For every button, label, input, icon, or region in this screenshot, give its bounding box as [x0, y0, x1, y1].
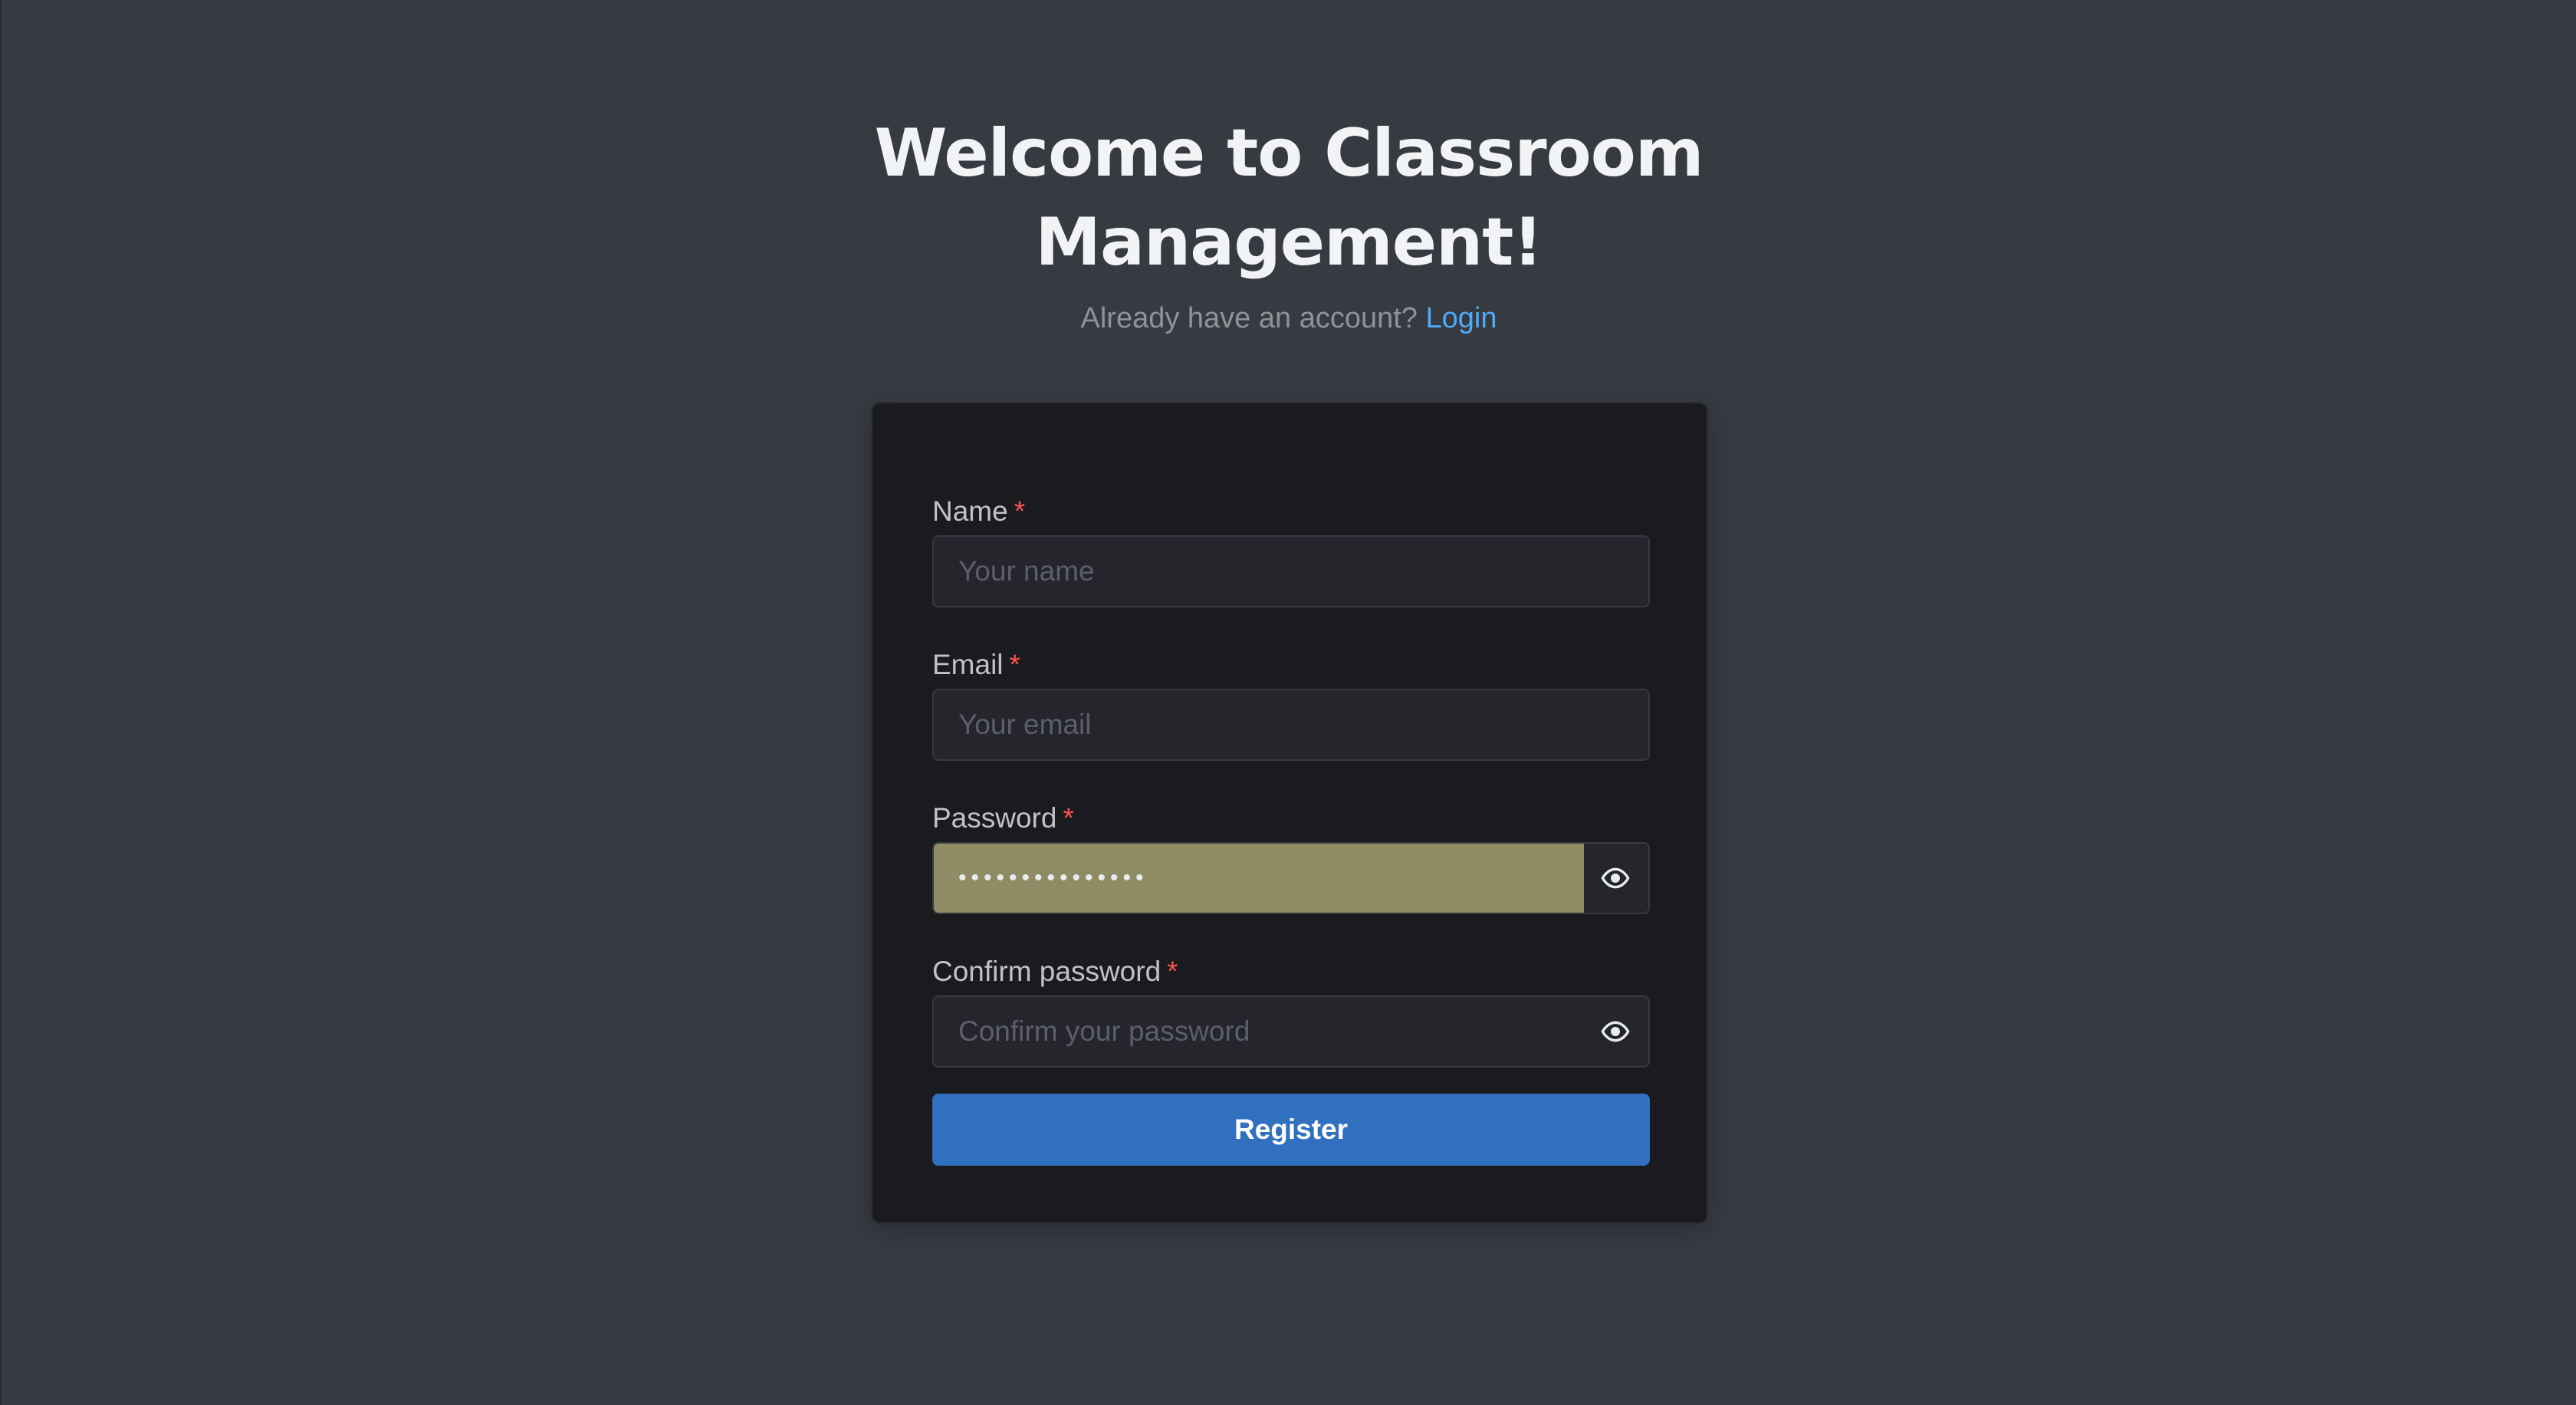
- eye-icon: [1601, 867, 1630, 889]
- required-asterisk: *: [1014, 495, 1026, 527]
- password-input-wrapper: [932, 842, 1650, 914]
- confirm-password-label: Confirm password *: [932, 954, 1650, 995]
- toggle-password-visibility-button[interactable]: [1582, 844, 1648, 913]
- confirm-password-field-group: Confirm password *: [932, 954, 1650, 1068]
- email-label: Email *: [932, 647, 1650, 689]
- eye-icon: [1601, 1021, 1630, 1042]
- name-field-group: Name *: [932, 494, 1650, 607]
- login-link[interactable]: Login: [1426, 302, 1497, 334]
- password-input[interactable]: [934, 844, 1584, 913]
- page-title-line-2: Management!: [1035, 204, 1543, 281]
- email-input[interactable]: [934, 690, 1648, 759]
- page-title: Welcome to Classroom Management!: [2, 109, 2576, 287]
- password-label: Password *: [932, 801, 1650, 842]
- confirm-password-input-wrapper: [932, 995, 1650, 1068]
- name-label: Name *: [932, 494, 1650, 535]
- email-input-wrapper: [932, 689, 1650, 761]
- name-label-text: Name: [932, 495, 1008, 527]
- login-prompt: Already have an account? Login: [2, 299, 2576, 337]
- password-field-group: Password *: [932, 801, 1650, 914]
- page-title-line-1: Welcome to Classroom: [874, 115, 1704, 192]
- password-label-text: Password: [932, 802, 1057, 834]
- confirm-password-label-text: Confirm password: [932, 956, 1162, 987]
- register-button[interactable]: Register: [932, 1094, 1650, 1166]
- email-field-group: Email *: [932, 647, 1650, 761]
- email-label-text: Email: [932, 649, 1004, 680]
- required-asterisk: *: [1063, 802, 1074, 834]
- toggle-confirm-password-visibility-button[interactable]: [1582, 997, 1648, 1066]
- register-form-card: Name* Email* Password*: [871, 402, 1708, 1224]
- name-input-wrapper: [932, 535, 1650, 607]
- name-input[interactable]: [934, 537, 1648, 606]
- register-page: Welcome to Classroom Management! Already…: [0, 0, 2576, 1405]
- confirm-password-input[interactable]: [934, 997, 1648, 1066]
- required-asterisk: *: [1009, 649, 1020, 680]
- required-asterisk: *: [1167, 956, 1178, 987]
- login-prompt-text: Already have an account?: [1080, 302, 1418, 334]
